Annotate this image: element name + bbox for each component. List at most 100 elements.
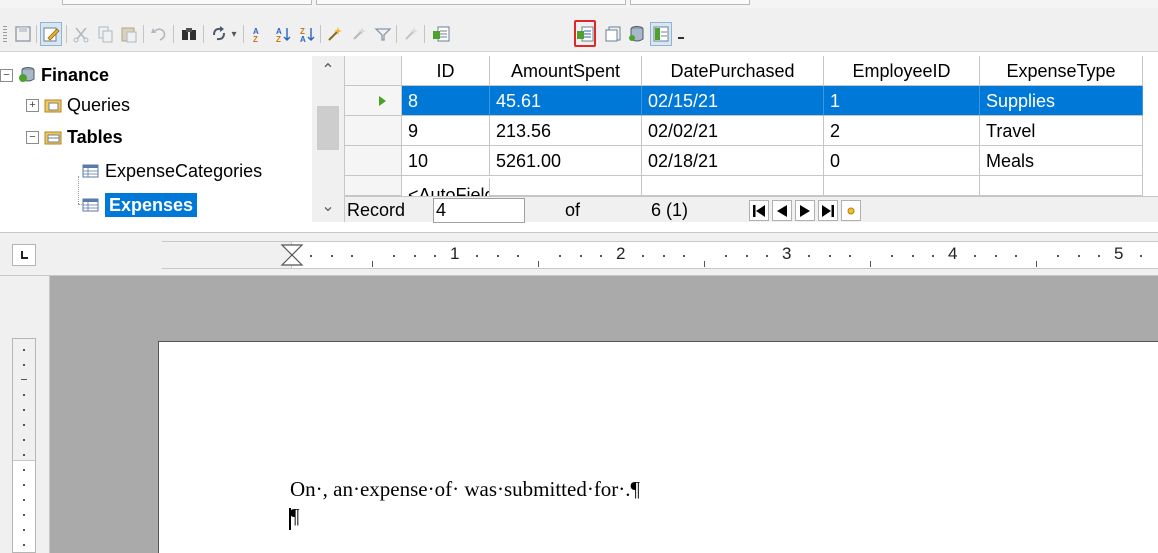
column-header-expensetype[interactable]: ExpenseType <box>980 56 1143 86</box>
tree-item-finance[interactable]: − Finance <box>0 60 109 90</box>
cell-datepurchased[interactable]: 02/15/21 <box>642 86 824 116</box>
cell-new[interactable] <box>642 176 824 196</box>
vertical-ruler-area <box>0 276 50 553</box>
paste-icon[interactable] <box>118 22 140 46</box>
column-header-datepurchased[interactable]: DatePurchased <box>642 56 824 86</box>
cell-amountspent[interactable]: 45.61 <box>490 86 642 116</box>
toolbar-separator <box>203 25 204 43</box>
cell-datepurchased[interactable]: 02/18/21 <box>642 146 824 176</box>
toolbar-overflow-icon[interactable] <box>676 22 686 46</box>
find-record-icon[interactable] <box>178 22 200 46</box>
new-record-row[interactable]: <AutoField> <box>345 176 1158 196</box>
data-to-text-icon[interactable] <box>430 22 452 46</box>
scrollbar-thumb[interactable] <box>317 106 339 150</box>
cell-expensetype[interactable]: Travel <box>980 116 1143 146</box>
horizontal-ruler[interactable]: 1 2 3 4 5 <box>162 241 1158 269</box>
cell-id[interactable]: 8 <box>402 86 490 116</box>
indent-marker-icon[interactable] <box>280 244 304 266</box>
cell-expensetype[interactable]: Meals <box>980 146 1143 176</box>
cell-expensetype[interactable]: Supplies <box>980 86 1143 116</box>
ruler-dot <box>23 484 25 486</box>
refresh-dropdown-icon[interactable]: ▾ <box>228 22 240 46</box>
cell-new-id[interactable]: <AutoField> <box>402 178 490 196</box>
cell-employeeid[interactable]: 2 <box>824 116 980 146</box>
ruler-dot <box>1139 255 1142 257</box>
remove-filter-icon[interactable] <box>400 22 422 46</box>
paragraph-mark[interactable]: ¶ <box>290 504 300 529</box>
row-header[interactable] <box>345 176 402 196</box>
row-header[interactable] <box>345 86 402 116</box>
ruler-number: 2 <box>616 244 626 263</box>
cell-datepurchased[interactable]: 02/02/21 <box>642 116 824 146</box>
tree-item-queries[interactable]: + Queries <box>26 90 130 120</box>
ruler-dot <box>23 424 25 426</box>
collapse-icon[interactable]: − <box>26 130 39 144</box>
cell-new[interactable] <box>980 176 1143 196</box>
data-source-icon[interactable] <box>626 22 648 46</box>
cell-amountspent[interactable]: 213.56 <box>490 116 642 146</box>
save-record-icon[interactable] <box>12 22 34 46</box>
cell-new[interactable] <box>824 176 980 196</box>
cut-icon[interactable] <box>70 22 92 46</box>
tree-item-tables[interactable]: − Tables <box>26 122 123 152</box>
table-row[interactable]: 10 5261.00 02/18/21 0 Meals <box>345 146 1158 176</box>
sort-ascending-icon[interactable]: AZ <box>246 22 268 46</box>
autofilter-icon[interactable] <box>324 22 346 46</box>
ruler-dot <box>23 529 25 531</box>
table-row[interactable]: 8 45.61 02/15/21 1 Supplies <box>345 86 1158 116</box>
cell-new[interactable] <box>490 176 642 196</box>
last-record-icon[interactable] <box>818 200 838 221</box>
column-header-id[interactable]: ID <box>402 56 490 86</box>
toolbar-grip[interactable] <box>3 26 7 44</box>
document-workspace: On·, an·expense·of· was·submitted·for·.¶… <box>0 276 1158 553</box>
copy-icon[interactable] <box>94 22 116 46</box>
previous-record-icon[interactable] <box>772 200 792 221</box>
tree-scrollbar[interactable]: ⌃ ⌄ <box>312 56 344 222</box>
standard-filter-icon[interactable] <box>348 22 370 46</box>
ruler-dot <box>23 364 25 366</box>
scroll-up-icon[interactable]: ⌃ <box>312 58 344 84</box>
edit-data-icon[interactable] <box>40 22 62 46</box>
svg-text:A: A <box>300 35 306 43</box>
ruler-dot <box>579 255 582 257</box>
toolbar-separator <box>66 25 67 43</box>
column-header-employeeid[interactable]: EmployeeID <box>824 56 980 86</box>
mail-merge-icon[interactable] <box>602 22 624 46</box>
document-text-line[interactable]: On·, an·expense·of· was·submitted·for·.¶ <box>290 477 640 502</box>
row-header[interactable] <box>345 116 402 146</box>
document-page[interactable]: On·, an·expense·of· was·submitted·for·.¶… <box>158 341 1158 553</box>
refresh-icon[interactable] <box>208 22 230 46</box>
record-number-input[interactable]: 4 <box>433 198 525 223</box>
data-to-fields-icon[interactable] <box>574 20 596 47</box>
cell-id[interactable]: 10 <box>402 146 490 176</box>
sort-descending-icon[interactable]: ZA <box>296 22 318 46</box>
table-row[interactable]: 9 213.56 02/02/21 2 Travel <box>345 116 1158 146</box>
ruler-dot <box>641 255 644 257</box>
undo-icon[interactable] <box>148 22 170 46</box>
ruler-dot <box>558 255 561 257</box>
tree-item-expenses[interactable]: Expenses <box>82 190 198 220</box>
new-record-icon[interactable] <box>841 200 861 221</box>
cell-amountspent[interactable]: 5261.00 <box>490 146 642 176</box>
tree-item-expensecategories[interactable]: ExpenseCategories <box>82 156 262 186</box>
column-header-amountspent[interactable]: AmountSpent <box>490 56 642 86</box>
apply-filter-icon[interactable] <box>372 22 394 46</box>
first-record-icon[interactable] <box>749 200 769 221</box>
cell-id[interactable]: 9 <box>402 116 490 146</box>
tree-item-label: Queries <box>67 94 131 115</box>
collapse-icon[interactable]: − <box>0 68 13 82</box>
scroll-down-icon[interactable]: ⌄ <box>312 194 344 220</box>
ruler-dot <box>330 255 333 257</box>
vertical-ruler[interactable] <box>12 338 36 553</box>
row-header[interactable] <box>345 146 402 176</box>
next-record-icon[interactable] <box>795 200 815 221</box>
expand-icon[interactable]: + <box>26 98 39 112</box>
sort-icon[interactable]: AZ <box>272 22 294 46</box>
ruler-dot <box>23 514 25 516</box>
tab-stop-selector[interactable] <box>12 244 36 266</box>
corner-cell[interactable] <box>345 56 402 86</box>
ruler-dot <box>1056 255 1059 257</box>
cell-employeeid[interactable]: 1 <box>824 86 980 116</box>
cell-employeeid[interactable]: 0 <box>824 146 980 176</box>
explorer-icon[interactable] <box>650 22 672 46</box>
